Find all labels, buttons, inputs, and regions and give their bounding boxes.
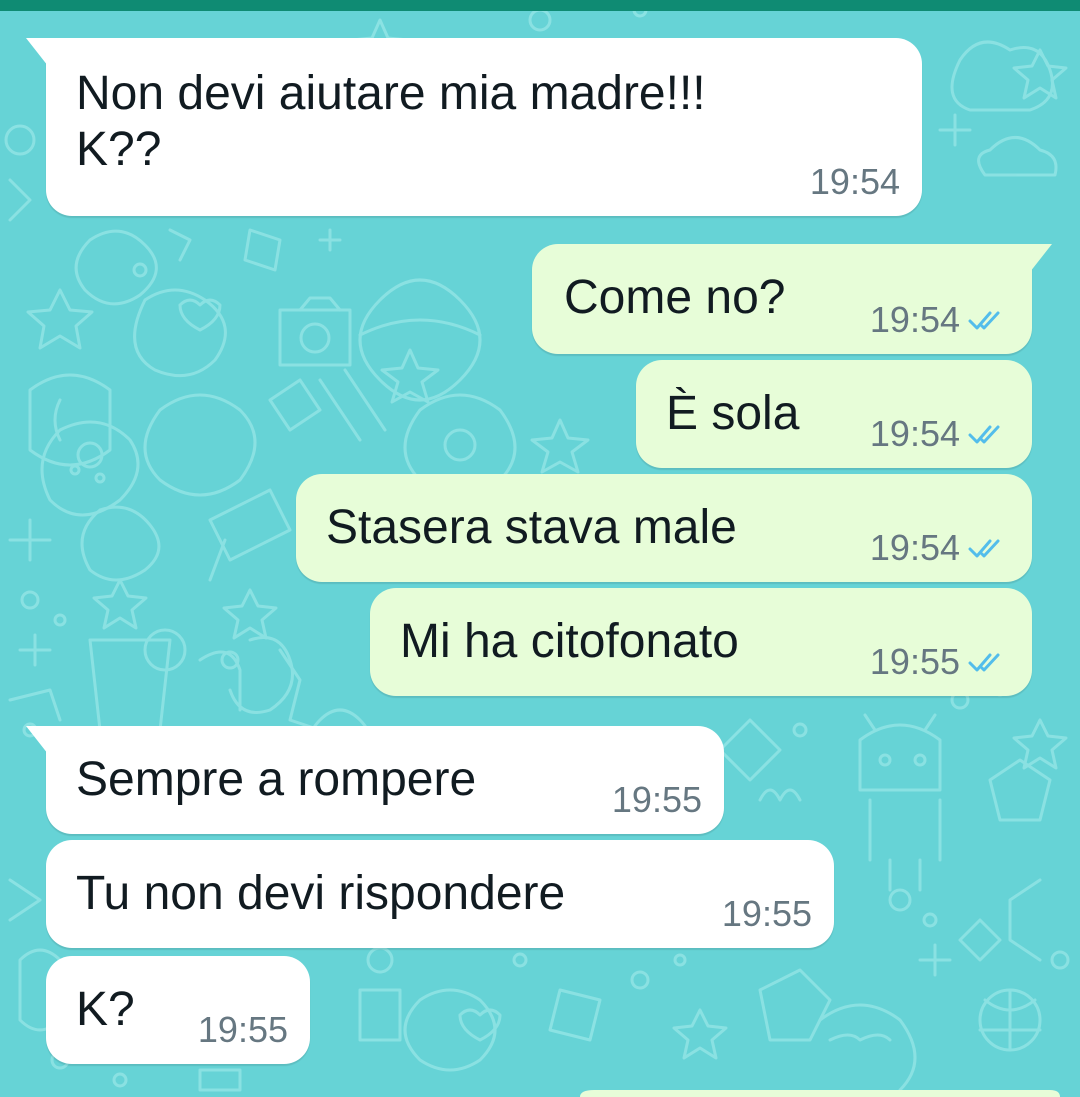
message-time: 19:55 [869, 641, 960, 682]
message-text: Non devi aiutare mia madre!!! K?? [76, 67, 706, 176]
message-bubble-outgoing[interactable]: È sola 19:54 [636, 360, 1032, 468]
double-check-read-icon [968, 539, 1000, 558]
message-text: Tu non devi rispondere [76, 867, 566, 920]
double-check-read-icon [968, 425, 1000, 444]
message-meta: 19:54 [810, 162, 900, 202]
message-time: 19:54 [809, 161, 900, 202]
message-meta: 19:54 [870, 300, 1008, 340]
double-check-read-icon [968, 311, 1000, 330]
double-check-read-icon [968, 653, 1000, 672]
message-bubble-outgoing[interactable]: Come no? 19:54 [532, 244, 1052, 354]
message-time: 19:54 [869, 299, 960, 340]
message-bubble-incoming[interactable]: Non devi aiutare mia madre!!! K?? 19:54 [26, 38, 922, 216]
message-bubble-incoming[interactable]: Tu non devi rispondere 19:55 [46, 840, 834, 948]
message-text: K? [76, 983, 135, 1036]
message-time: 19:55 [721, 893, 812, 934]
message-list[interactable]: Non devi aiutare mia madre!!! K?? 19:54 … [0, 0, 1080, 1097]
message-bubble-outgoing[interactable]: Stasera stava male 19:54 [296, 474, 1032, 582]
message-meta: 19:54 [870, 414, 1008, 454]
message-text: Mi ha citofonato [400, 615, 739, 668]
message-time: 19:54 [869, 413, 960, 454]
bubble-tail [26, 726, 48, 754]
message-meta: 19:55 [612, 780, 702, 820]
message-meta: 19:55 [870, 642, 1008, 682]
bubble-tail [1030, 244, 1052, 272]
bubble-tail [26, 38, 48, 66]
message-text: Sempre a rompere [76, 753, 477, 806]
message-meta: 19:55 [198, 1010, 288, 1050]
message-time: 19:55 [197, 1009, 288, 1050]
message-text: È sola [666, 387, 800, 440]
app-top-bar [0, 0, 1080, 11]
message-text: Come no? [564, 271, 786, 324]
message-time: 19:54 [869, 527, 960, 568]
message-text: Stasera stava male [326, 501, 737, 554]
message-time: 19:55 [611, 779, 702, 820]
message-meta: 19:54 [870, 528, 1008, 568]
message-meta: 19:55 [722, 894, 812, 934]
message-bubble-incoming[interactable]: K? 19:55 [46, 956, 310, 1064]
message-bubble-incoming[interactable]: Sempre a rompere 19:55 [26, 726, 724, 834]
message-bubble-outgoing[interactable]: Mi ha citofonato 19:55 [370, 588, 1032, 696]
